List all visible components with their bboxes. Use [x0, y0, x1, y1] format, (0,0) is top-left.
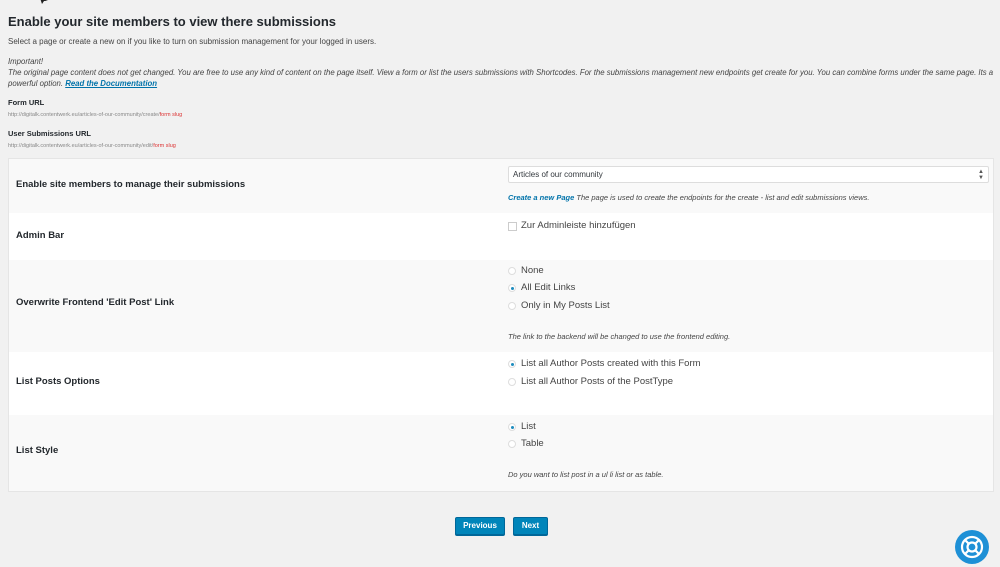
user-url-base: http://digitalk.contentwerk.eu/articles-…	[8, 143, 154, 149]
page-title: Enable your site members to view there s…	[8, 14, 336, 29]
page-select[interactable]: Articles of our community ▲ ▼	[508, 166, 989, 183]
radio-icon	[508, 267, 516, 275]
user-submissions-url-label: User Submissions URL	[8, 129, 91, 138]
row-manage-submissions: Enable site members to manage their subm…	[9, 159, 993, 213]
admin-bar-label: Admin Bar	[16, 230, 65, 241]
settings-table: Enable site members to manage their subm…	[8, 158, 994, 492]
radio-option-only-my-posts[interactable]: Only in My Posts List	[508, 300, 610, 312]
radio-option-label: All Edit Links	[521, 282, 576, 293]
list-style-description: Do you want to list post in a ul li list…	[508, 470, 664, 479]
radio-option-label: None	[521, 265, 544, 276]
radio-option-table[interactable]: Table	[508, 438, 544, 450]
manage-submissions-label: Enable site members to manage their subm…	[16, 179, 246, 190]
form-url-slug: form slug	[159, 112, 183, 118]
select-arrows-icon: ▲ ▼	[978, 169, 984, 181]
user-submissions-url-value: http://digitalk.contentwerk.eu/articles-…	[8, 143, 176, 149]
checkbox-icon	[508, 222, 517, 231]
help-lifebuoy-button[interactable]	[955, 530, 989, 564]
radio-selected-icon	[508, 360, 516, 368]
radio-option-label: List	[521, 421, 536, 432]
documentation-link[interactable]: Read the Documentation	[65, 79, 157, 88]
lifebuoy-icon	[960, 535, 984, 559]
list-posts-options-label: List Posts Options	[16, 376, 100, 387]
important-title: Important!	[8, 57, 44, 66]
mouse-cursor-icon	[40, 0, 48, 4]
radio-option-label: Table	[521, 438, 544, 449]
radio-option-label: List all Author Posts created with this …	[521, 358, 701, 369]
radio-option-all-edit-links[interactable]: All Edit Links	[508, 282, 575, 294]
list-style-label: List Style	[16, 445, 59, 456]
intro-text: Select a page or create a new on if you …	[8, 37, 377, 46]
radio-selected-icon	[508, 284, 516, 292]
admin-bar-checkbox-label: Zur Adminleiste hinzufügen	[521, 220, 636, 231]
radio-option-posttype[interactable]: List all Author Posts of the PostType	[508, 376, 673, 388]
edit-post-link-label: Overwrite Frontend 'Edit Post' Link	[16, 297, 175, 308]
user-url-slug: form slug	[153, 143, 176, 149]
manage-desc-text: The page is used to create the endpoints…	[576, 193, 870, 202]
form-url-base: http://digitalk.contentwerk.eu/articles-…	[8, 112, 160, 118]
radio-icon	[508, 302, 516, 310]
row-edit-post-link: Overwrite Frontend 'Edit Post' Link None…	[9, 260, 993, 352]
create-new-page-link[interactable]: Create a new Page	[508, 193, 574, 202]
radio-option-label: Only in My Posts List	[521, 300, 610, 311]
radio-option-created-with-form[interactable]: List all Author Posts created with this …	[508, 358, 701, 370]
important-note: Important! The original page content doe…	[8, 56, 998, 89]
previous-button[interactable]: Previous	[455, 517, 505, 535]
radio-option-list[interactable]: List	[508, 421, 536, 433]
row-list-style: List Style List Table Do you want to lis…	[9, 415, 993, 491]
form-url-value: http://digitalk.contentwerk.eu/articles-…	[8, 112, 182, 118]
radio-selected-icon	[508, 423, 516, 431]
radio-option-none[interactable]: None	[508, 265, 544, 277]
admin-bar-checkbox[interactable]: Zur Adminleiste hinzufügen	[508, 220, 636, 232]
form-url-label: Form URL	[8, 98, 45, 107]
page-select-value: Articles of our community	[513, 170, 603, 179]
row-admin-bar: Admin Bar Zur Adminleiste hinzufügen	[9, 213, 993, 260]
radio-icon	[508, 440, 516, 448]
radio-option-label: List all Author Posts of the PostType	[521, 376, 674, 387]
row-list-posts-options: List Posts Options List all Author Posts…	[9, 352, 993, 415]
next-button[interactable]: Next	[513, 517, 548, 535]
manage-description: Create a new Page The page is used to cr…	[508, 193, 869, 202]
radio-icon	[508, 378, 516, 386]
edit-link-description: The link to the backend will be changed …	[508, 332, 731, 341]
